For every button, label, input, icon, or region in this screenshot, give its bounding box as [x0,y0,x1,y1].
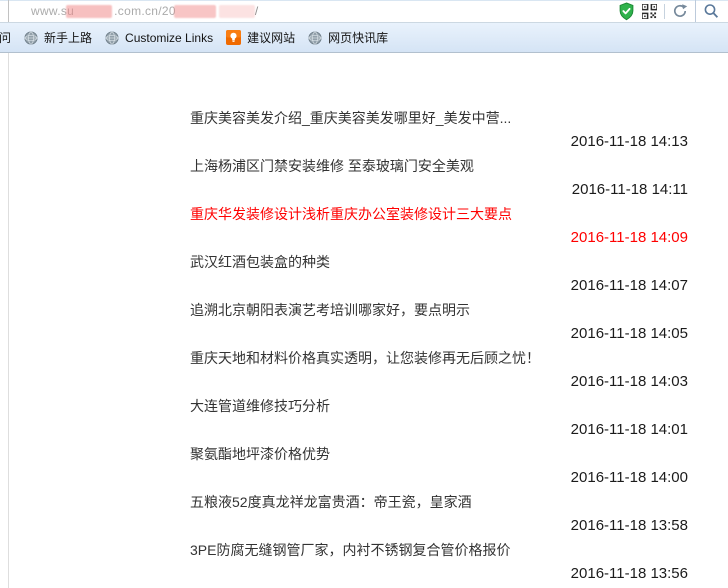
article-date: 2016-11-18 14:00 [190,466,688,490]
address-bar-icons [618,0,728,22]
favorites-item-label: 问 [0,29,11,46]
article-date: 2016-11-18 14:05 [190,322,688,346]
article-row: 3PE防腐无缝钢管厂家，内衬不锈钢复合管价格报价 2016-11-18 13:5… [190,538,688,586]
favorites-item[interactable]: 新手上路 [19,26,97,50]
article-date: 2016-11-18 13:56 [190,562,688,586]
divider [695,0,696,22]
favorites-item[interactable]: 网页快讯库 [303,26,393,50]
article-date: 2016-11-18 14:11 [190,178,688,202]
refresh-icon[interactable] [672,3,688,19]
url-redaction [66,5,112,18]
favorites-item-label: Customize Links [125,31,213,45]
article-title-link[interactable]: 重庆美容美发介绍_重庆美容美发哪里好_美发中营... [190,106,688,130]
article-list: 重庆美容美发介绍_重庆美容美发哪里好_美发中营... 2016-11-18 14… [190,106,688,586]
article-row: 武汉红酒包装盒的种类 2016-11-18 14:07 [190,250,688,298]
article-row: 重庆华发装修设计浅析重庆办公室装修设计三大要点 2016-11-18 14:09 [190,202,688,250]
article-title-link[interactable]: 追溯北京朝阳表演艺考培训哪家好，要点明示 [190,298,688,322]
article-row: 追溯北京朝阳表演艺考培训哪家好，要点明示 2016-11-18 14:05 [190,298,688,346]
article-date: 2016-11-18 14:03 [190,370,688,394]
globe-icon [24,31,38,45]
favorites-bar: 问 新手上路 Customize Links 建议网站 网页快讯库 [0,23,728,53]
article-row: 上海杨浦区门禁安装维修 至泰玻璃门安全美观 2016-11-18 14:11 [190,154,688,202]
article-title-link[interactable]: 五粮液52度真龙祥龙富贵酒：帝王瓷，皇家酒 [190,490,688,514]
favorites-item[interactable]: Customize Links [100,26,218,50]
url-field[interactable]: www.su .com.cn/20 / [8,0,259,22]
divider [664,4,665,19]
article-title-link[interactable]: 大连管道维修技巧分析 [190,394,688,418]
favorites-item-label: 网页快讯库 [328,29,388,46]
favorites-item[interactable]: 建议网站 [221,26,300,50]
page-content: 重庆美容美发介绍_重庆美容美发哪里好_美发中营... 2016-11-18 14… [0,53,728,588]
article-date: 2016-11-18 14:01 [190,418,688,442]
article-date: 2016-11-18 14:13 [190,130,688,154]
address-bar: www.su .com.cn/20 / [0,0,728,23]
article-title-link[interactable]: 武汉红酒包装盒的种类 [190,250,688,274]
qr-code-icon[interactable] [642,4,657,19]
article-row: 大连管道维修技巧分析 2016-11-18 14:01 [190,394,688,442]
article-row: 五粮液52度真龙祥龙富贵酒：帝王瓷，皇家酒 2016-11-18 13:58 [190,490,688,538]
window-left-edge [8,53,9,588]
url-redaction [174,5,216,18]
favorites-item-label: 新手上路 [44,29,92,46]
article-date: 2016-11-18 14:07 [190,274,688,298]
article-row: 聚氨酯地坪漆价格优势 2016-11-18 14:00 [190,442,688,490]
url-text: .com.cn/20 [114,4,176,18]
globe-icon [105,31,119,45]
article-date: 2016-11-18 14:09 [190,226,688,250]
article-title-link[interactable]: 上海杨浦区门禁安装维修 至泰玻璃门安全美观 [190,154,688,178]
url-redaction [219,5,255,18]
lightbulb-icon [226,30,241,45]
favorites-item[interactable]: 问 [0,26,16,50]
search-icon[interactable] [703,3,719,19]
article-title-link[interactable]: 重庆华发装修设计浅析重庆办公室装修设计三大要点 [190,202,688,226]
article-row: 重庆美容美发介绍_重庆美容美发哪里好_美发中营... 2016-11-18 14… [190,106,688,154]
article-title-link[interactable]: 重庆天地和材料价格真实透明，让您装修再无后顾之忧！ [190,346,688,370]
safety-shield-icon[interactable] [618,2,635,21]
article-title-link[interactable]: 聚氨酯地坪漆价格优势 [190,442,688,466]
article-row: 重庆天地和材料价格真实透明，让您装修再无后顾之忧！ 2016-11-18 14:… [190,346,688,394]
article-title-link[interactable]: 3PE防腐无缝钢管厂家，内衬不锈钢复合管价格报价 [190,538,688,562]
url-text: / [255,4,259,18]
globe-icon [308,31,322,45]
favorites-item-label: 建议网站 [247,29,295,46]
article-date: 2016-11-18 13:58 [190,514,688,538]
